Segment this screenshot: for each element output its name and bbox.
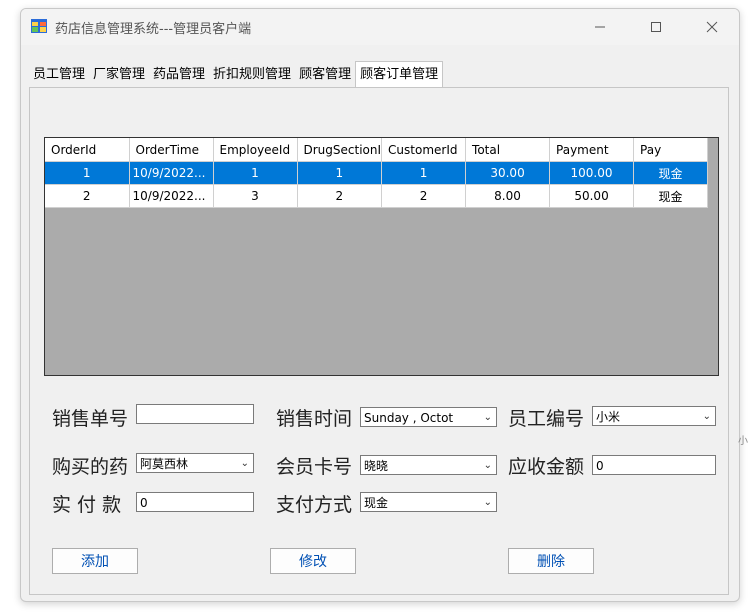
sale-time-value: Sunday , Octot [364, 411, 454, 425]
tab-discount-rule[interactable]: 折扣规则管理 [209, 63, 295, 87]
drug-label: 购买的药 [52, 456, 129, 478]
cell-ordertime[interactable]: 10/9/2022... [129, 184, 214, 208]
member-card-select[interactable]: 晓晓 ⌄ [360, 455, 497, 475]
employee-no-label: 员工编号 [508, 408, 585, 430]
orders-grid[interactable]: OrderId OrderTime EmployeeId DrugSection… [44, 137, 719, 376]
col-header-drugsectionid[interactable]: DrugSectionI [297, 138, 383, 162]
cell-orderid[interactable]: 1 [45, 161, 130, 185]
tab-strip: 员工管理 厂家管理 药品管理 折扣规则管理 顾客管理 顾客订单管理 [29, 61, 444, 88]
table-row[interactable]: 1 10/9/2022... 1 1 1 30.00 100.00 现金 [45, 161, 709, 185]
tab-drug[interactable]: 药品管理 [149, 63, 209, 87]
col-header-total[interactable]: Total [465, 138, 551, 162]
cell-payment[interactable]: 50.00 [549, 184, 635, 208]
title-bar: 药店信息管理系统---管理员客户端 [21, 9, 739, 45]
minimize-button[interactable] [577, 13, 623, 41]
cell-payment[interactable]: 100.00 [549, 161, 635, 185]
cell-orderid[interactable]: 2 [45, 184, 130, 208]
cell-total[interactable]: 30.00 [465, 161, 551, 185]
drug-select[interactable]: 阿莫西林 ⌄ [136, 453, 254, 473]
tab-page-customer-order: OrderId OrderTime EmployeeId DrugSection… [29, 87, 729, 595]
paid-input[interactable]: 0 [136, 492, 254, 512]
orders-table: OrderId OrderTime EmployeeId DrugSection… [45, 138, 709, 208]
app-window: 药店信息管理系统---管理员客户端 员工管理 厂家管理 药品管理 折扣规则管理 … [20, 8, 740, 602]
app-icon [31, 19, 47, 33]
maximize-icon [651, 22, 661, 32]
cell-drugsectionid[interactable]: 1 [297, 161, 383, 185]
window-title: 药店信息管理系统---管理员客户端 [55, 22, 252, 37]
tab-manufacturer[interactable]: 厂家管理 [89, 63, 149, 87]
col-header-payment[interactable]: Payment [549, 138, 635, 162]
paid-label: 实 付 款 [52, 494, 122, 516]
cell-customerid[interactable]: 1 [381, 161, 467, 185]
table-row[interactable]: 2 10/9/2022... 3 2 2 8.00 50.00 现金 [45, 184, 709, 208]
close-icon [706, 21, 718, 33]
receivable-input[interactable]: 0 [592, 455, 716, 475]
pay-method-select[interactable]: 现金 ⌄ [360, 492, 497, 512]
tab-customer-order[interactable]: 顾客订单管理 [355, 61, 444, 88]
close-button[interactable] [689, 13, 735, 41]
cell-pay[interactable]: 现金 [633, 184, 709, 208]
chevron-down-icon: ⌄ [483, 412, 492, 423]
tab-customer[interactable]: 顾客管理 [295, 63, 355, 87]
member-card-label: 会员卡号 [276, 456, 353, 478]
pay-method-label: 支付方式 [276, 494, 353, 516]
cell-employeeid[interactable]: 3 [213, 184, 298, 208]
sale-time-label: 销售时间 [276, 408, 353, 430]
offscreen-text-fragment: 小 [738, 436, 748, 447]
col-header-employeeid[interactable]: EmployeeId [213, 138, 298, 162]
sale-time-picker[interactable]: Sunday , Octot ⌄ [360, 407, 497, 427]
employee-no-value: 小米 [596, 410, 621, 424]
col-header-ordertime[interactable]: OrderTime [129, 138, 214, 162]
chevron-down-icon: ⌄ [483, 460, 492, 471]
grid-header-row: OrderId OrderTime EmployeeId DrugSection… [45, 138, 709, 162]
drug-value: 阿莫西林 [140, 457, 189, 471]
receivable-label: 应收金额 [508, 456, 585, 478]
col-header-orderid[interactable]: OrderId [45, 138, 130, 162]
add-button[interactable]: 添加 [52, 548, 138, 574]
maximize-button[interactable] [633, 13, 679, 41]
chevron-down-icon: ⌄ [240, 458, 249, 469]
employee-no-select[interactable]: 小米 ⌄ [592, 406, 716, 426]
cell-ordertime[interactable]: 10/9/2022... [129, 161, 214, 185]
order-no-label: 销售单号 [52, 408, 129, 430]
col-header-customerid[interactable]: CustomerId [381, 138, 467, 162]
minimize-icon [595, 26, 605, 28]
cell-employeeid[interactable]: 1 [213, 161, 298, 185]
delete-button[interactable]: 删除 [508, 548, 594, 574]
cell-drugsectionid[interactable]: 2 [297, 184, 383, 208]
cell-total[interactable]: 8.00 [465, 184, 551, 208]
modify-button[interactable]: 修改 [270, 548, 356, 574]
pay-method-value: 现金 [364, 496, 389, 510]
chevron-down-icon: ⌄ [702, 411, 711, 422]
cell-pay[interactable]: 现金 [633, 161, 709, 185]
order-no-input[interactable] [136, 404, 254, 424]
col-header-pay[interactable]: Pay [633, 138, 709, 162]
member-card-value: 晓晓 [364, 459, 389, 473]
tab-employee[interactable]: 员工管理 [29, 63, 89, 87]
cell-customerid[interactable]: 2 [381, 184, 467, 208]
chevron-down-icon: ⌄ [483, 497, 492, 508]
